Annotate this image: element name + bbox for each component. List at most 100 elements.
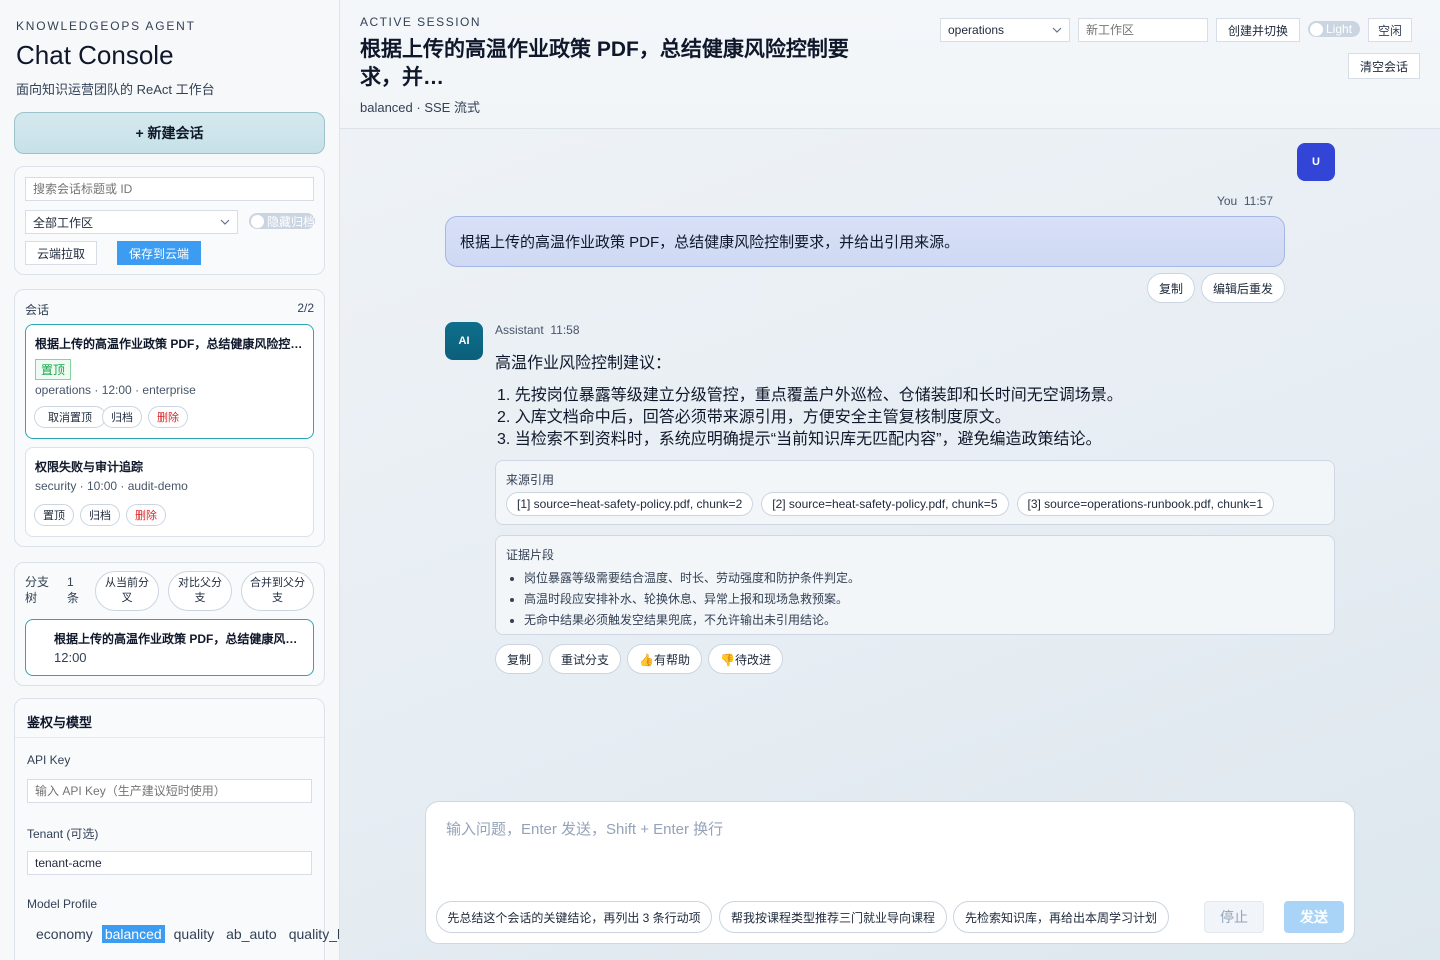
profile-option-balanced[interactable]: balanced [101,925,165,943]
list-item: 1. 先按岗位暴露等级建立分级管控，重点覆盖户外巡检、仓储装卸和长时间无空调场景… [497,387,1123,404]
tenant-label: Tenant (可选) [27,827,99,841]
session-meta: operations · 12:00 · enterprise [35,383,196,397]
assistant-message-meta: Assistant 11:58 [495,323,580,337]
stop-button[interactable]: 停止 [1204,901,1264,933]
branch-item-title: 根据上传的高温作业政策 PDF，总结健康风险控制要求，并给出引用来源。 [54,632,304,646]
assistant-intro: 高温作业风险控制建议： [495,355,672,372]
tenant-input[interactable] [27,851,312,875]
suggestion-chip[interactable]: 先总结这个会话的关键结论，再列出 3 条行动项 [436,901,712,933]
header-subtitle: balanced · SSE 流式 [360,100,480,115]
list-item: 高温时段应安排补水、轮换休息、异常上报和现场急救预案。 [524,589,860,610]
api-key-input[interactable] [27,779,312,803]
brand-title: Chat Console [16,40,174,70]
save-to-cloud-button[interactable]: 保存到云端 [117,241,201,265]
api-key-label: API Key [27,753,71,767]
delete-button[interactable]: 删除 [148,406,188,428]
workspace-filter-value: 全部工作区 [33,215,94,230]
new-chat-button[interactable]: + 新建会话 [14,112,325,154]
idle-status-button[interactable]: 空闲 [1368,18,1412,42]
profile-option-quality-high[interactable]: quality_high [286,925,339,943]
copy-assistant-message-button[interactable]: 复制 [495,644,543,674]
copy-user-message-button[interactable]: 复制 [1147,273,1195,303]
sessions-panel: 会话 2/2 根据上传的高温作业政策 PDF，总结健康风险控制要求，并给出引用来… [14,289,325,547]
toggle-knob [1310,22,1323,36]
pinned-badge: 置顶 [35,359,72,380]
retry-branch-button[interactable]: 重试分支 [549,644,621,674]
profile-option-quality[interactable]: quality [171,925,217,943]
profile-option-economy[interactable]: economy [33,925,96,943]
page-title: 根据上传的高温作业政策 PDF，总结健康风险控制要求，并… [360,38,849,89]
header-eyebrow: ACTIVE SESSION [360,15,482,29]
user-time: 11:57 [1243,194,1273,208]
cloud-pull-button[interactable]: 云端拉取 [25,241,97,265]
suggestion-chip[interactable]: 帮我按课程类型推荐三门就业导向课程 [719,901,947,933]
user-avatar: U [1297,143,1335,181]
branch-count: 1 条 [67,575,80,605]
sources-box: 来源引用 [1] source=heat-safety-policy.pdf, … [495,460,1335,525]
source-citation[interactable]: [2] source=heat-safety-policy.pdf, chunk… [761,492,1009,516]
user-message: 根据上传的高温作业政策 PDF，总结健康风险控制要求，并给出引用来源。 [445,216,1285,267]
workspace-select-value: operations [948,23,1005,37]
assistant-name: Assistant [495,323,544,337]
fork-branch-button[interactable]: 从当前分叉 [95,571,159,611]
auth-model-panel: 鉴权与模型 API Key Tenant (可选) Model Profile … [14,698,339,960]
chevron-down-icon [220,219,230,225]
session-search-input[interactable] [25,177,314,201]
branch-tree-label: 分支树 [25,575,50,605]
send-button[interactable]: 发送 [1284,901,1344,933]
merge-parent-button[interactable]: 合并到父分支 [241,571,314,611]
session-card[interactable]: 权限失败与审计追踪 security · 10:00 · audit-demo … [25,447,314,537]
pin-button[interactable]: 置顶 [34,504,74,526]
delete-button[interactable]: 删除 [126,504,166,526]
thumbs-down-button[interactable]: 👎待改进 [708,644,783,674]
evidence-list: 岗位暴露等级需要结合温度、时长、劳动强度和防护条件判定。 高温时段应安排补水、轮… [524,568,860,631]
assistant-points: 1. 先按岗位暴露等级建立分级管控，重点覆盖户外巡检、仓储装卸和长时间无空调场景… [497,385,1123,451]
clear-session-button[interactable]: 清空会话 [1348,53,1420,79]
branch-panel: 分支树 1 条 从当前分叉 对比父分支 合并到父分支 根据上传的高温作业政策 P… [14,562,325,686]
compare-parent-button[interactable]: 对比父分支 [168,571,232,611]
user-message-meta: You 11:57 [1217,194,1273,208]
archive-button[interactable]: 归档 [80,504,120,526]
session-title: 根据上传的高温作业政策 PDF，总结健康风险控制要求，并给出引用来源。 [35,337,305,351]
hide-archived-label: 隐藏归档 [267,214,316,229]
profile-option-ab-auto[interactable]: ab_auto [223,925,280,943]
theme-label: Light [1326,22,1353,36]
assistant-avatar: AI [445,322,483,360]
auth-panel-title: 鉴权与模型 [27,715,93,730]
evidence-title: 证据片段 [506,548,555,562]
source-citation[interactable]: [1] source=heat-safety-policy.pdf, chunk… [506,492,754,516]
edit-resend-button[interactable]: 编辑后重发 [1201,273,1285,303]
source-citation[interactable]: [3] source=operations-runbook.pdf, chunk… [1016,492,1274,516]
session-card-active[interactable]: 根据上传的高温作业政策 PDF，总结健康风险控制要求，并给出引用来源。 置顶 o… [25,324,314,439]
branch-item[interactable]: 根据上传的高温作业政策 PDF，总结健康风险控制要求，并给出引用来源。 12:0… [25,619,314,676]
theme-toggle[interactable]: Light [1308,21,1360,37]
session-meta: security · 10:00 · audit-demo [35,479,188,493]
new-workspace-input[interactable] [1078,18,1208,42]
list-item: 岗位暴露等级需要结合温度、时长、劳动强度和防护条件判定。 [524,568,860,589]
model-profile-options: economy balanced quality ab_auto quality… [33,925,339,943]
search-panel: 全部工作区 隐藏归档 云端拉取 保存到云端 [14,166,325,275]
sidebar: KNOWLEDGEOPS AGENT Chat Console 面向知识运营团队… [0,0,340,960]
archive-button[interactable]: 归档 [102,406,142,428]
branch-item-time: 12:00 [54,650,87,665]
suggestion-chip[interactable]: 先检索知识库，再给出本周学习计划 [953,901,1169,933]
list-item: 3. 当检索不到资料时，系统应明确提示“当前知识库无匹配内容”，避免编造政策结论… [497,431,1102,448]
message-input[interactable] [446,818,1326,878]
workspace-select[interactable]: operations [940,18,1070,42]
create-switch-button[interactable]: 创建并切换 [1216,18,1300,42]
model-profile-label: Model Profile [27,897,98,911]
unpin-button[interactable]: 取消置顶 [34,406,106,428]
thumbs-up-button[interactable]: 👍有帮助 [627,644,702,674]
list-item: 2. 入库文档命中后，回答必须带来源引用，方便安全主管复核制度原文。 [497,409,1011,426]
evidence-box: 证据片段 岗位暴露等级需要结合温度、时长、劳动强度和防护条件判定。 高温时段应安… [495,535,1335,635]
session-header: ACTIVE SESSION 根据上传的高温作业政策 PDF，总结健康风险控制要… [340,0,1440,129]
sources-list: [1] source=heat-safety-policy.pdf, chunk… [506,492,1282,516]
divider [15,737,324,738]
sources-title: 来源引用 [506,473,555,487]
assistant-time: 11:58 [550,323,580,337]
brand-eyebrow: KNOWLEDGEOPS AGENT [16,19,196,33]
sessions-label: 会话 [25,303,50,317]
hide-archived-toggle[interactable]: 隐藏归档 [249,213,315,229]
workspace-filter-select[interactable]: 全部工作区 [25,210,238,234]
composer: 先总结这个会话的关键结论，再列出 3 条行动项 帮我按课程类型推荐三门就业导向课… [425,801,1355,944]
